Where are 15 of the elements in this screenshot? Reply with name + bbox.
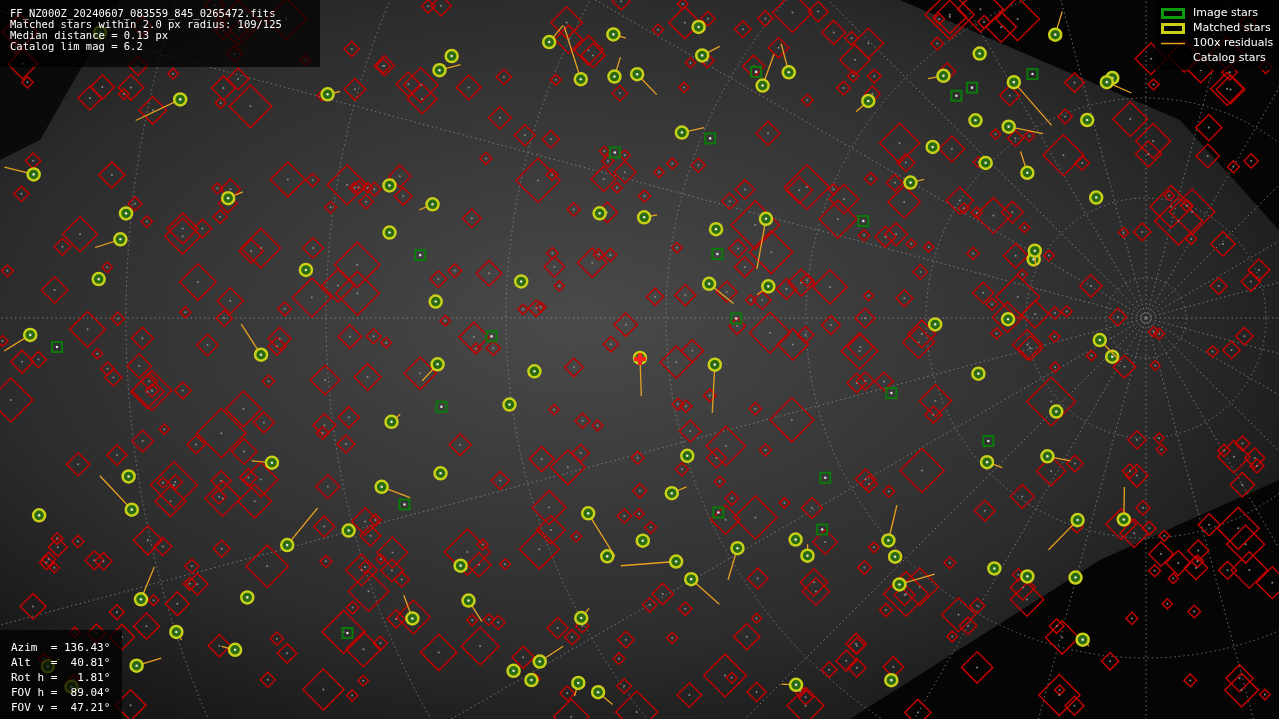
- legend-label: Image stars: [1193, 5, 1258, 22]
- legend-label: Matched stars: [1193, 20, 1271, 37]
- info-text-line: Catalog lim mag = 6.2: [10, 41, 144, 52]
- image-swatch-icon: [1161, 8, 1185, 19]
- matched-swatch-icon: [1161, 23, 1185, 34]
- info-text-line: FF_NZ000Z_20240607_083559_845_0265472.fits: [10, 8, 277, 19]
- legend-label: Catalog stars: [1193, 50, 1266, 67]
- legend-label: 100x residuals: [1193, 35, 1274, 52]
- pointing-text-line: Rot h = 1.81°: [11, 670, 110, 685]
- pointing-text-line: Alt = 40.81°: [11, 655, 110, 670]
- info-text-line: Matched stars within 2.0 px radius: 109/125: [10, 19, 283, 30]
- pointing-text-line: Azim = 136.43°: [11, 640, 110, 655]
- pointing-text-line: FOV h = 89.04°: [11, 685, 110, 700]
- info-text-line: Median distance = 0.13 px: [10, 30, 169, 41]
- pointing-text-line: FOV v = 47.21°: [11, 700, 110, 715]
